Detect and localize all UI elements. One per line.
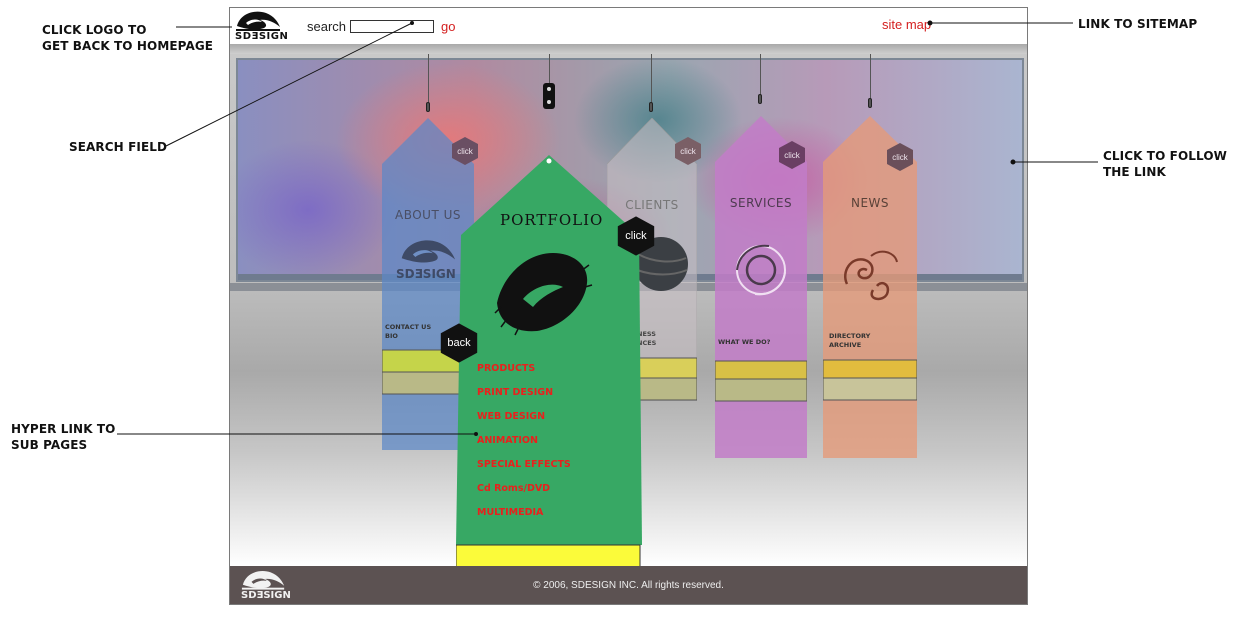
news-title: NEWS <box>850 196 890 210</box>
about-logo-text: SDƎSIGN <box>396 267 456 281</box>
clients-clip <box>649 102 653 112</box>
portfolio-link-animation[interactable]: ANIMATION <box>477 435 538 446</box>
portfolio-link-multimedia[interactable]: MULTIMEDIA <box>477 507 543 518</box>
services-click-button[interactable]: click <box>777 140 807 170</box>
annotation-logo-line1: CLICK LOGO TO <box>42 23 147 37</box>
about-logo-icon <box>401 240 456 263</box>
annotation-hyperlink: HYPER LINK TO SUB PAGES <box>11 421 115 453</box>
annotation-sitemap-text: LINK TO SITEMAP <box>1078 17 1198 31</box>
swirl-icon <box>736 244 786 296</box>
news-hanger <box>870 54 871 100</box>
annotation-follow-line2: THE LINK <box>1103 165 1166 179</box>
news-click-label: click <box>892 152 908 162</box>
annotation-sitemap: LINK TO SITEMAP <box>1078 16 1197 32</box>
search-input[interactable] <box>350 20 434 33</box>
portfolio-link-products[interactable]: PRODUCTS <box>477 363 535 374</box>
gallery-stage: ABOUT US SDƎSIGN CONTACT US BIO click CL… <box>230 54 1027 572</box>
annotation-follow-link: CLICK TO FOLLOW THE LINK <box>1103 148 1227 180</box>
copyright-text: © 2006, SDESIGN INC. All rights reserved… <box>533 580 724 591</box>
portfolio-title: PORTFOLIO <box>500 211 604 229</box>
site-map-link[interactable]: site map <box>882 17 931 32</box>
annotation-search: SEARCH FIELD <box>69 139 167 155</box>
lips-icon <box>494 253 593 336</box>
footer: SDƎSIGN © 2006, SDESIGN INC. All rights … <box>230 566 1027 604</box>
services-link-what-we-do[interactable]: WHAT WE DO? <box>718 338 770 347</box>
clients-click-button[interactable]: click <box>673 136 703 166</box>
services-clip <box>758 94 762 104</box>
page-mockup: SDƎSIGN search go site map ABOUT US SDƎS… <box>229 7 1028 605</box>
portfolio-link-print-design[interactable]: PRINT DESIGN <box>477 387 553 398</box>
portfolio-link-cd-roms-dvd[interactable]: Cd Roms/DVD <box>477 483 550 494</box>
portfolio-click-button[interactable]: click <box>615 215 657 257</box>
portfolio-link-special-effects[interactable]: SPECIAL EFFECTS <box>477 459 571 470</box>
annotation-logo: CLICK LOGO TO GET BACK TO HOMEPAGE <box>42 22 213 54</box>
portfolio-back-button[interactable]: back <box>438 322 480 364</box>
home-logo-link[interactable]: SDƎSIGN <box>234 10 288 44</box>
portfolio-back-label: back <box>447 337 471 349</box>
header-divider <box>230 44 1027 54</box>
services-title: SERVICES <box>729 196 793 210</box>
annotation-search-text: SEARCH FIELD <box>69 140 168 154</box>
flourish-icon <box>844 250 898 301</box>
search-label: search <box>307 19 347 34</box>
about-link-bio[interactable]: BIO <box>385 332 398 341</box>
footer-logo-text: SDƎSIGN <box>241 590 291 601</box>
top-bar: SDƎSIGN search go site map <box>230 8 1027 44</box>
clients-hanger <box>651 54 652 104</box>
about-link-contact[interactable]: CONTACT US <box>385 323 431 332</box>
services-hanger <box>760 54 761 96</box>
annotation-follow-line1: CLICK TO FOLLOW <box>1103 149 1227 163</box>
annotation-hyperlink-line1: HYPER LINK TO <box>11 422 116 436</box>
about-clip <box>426 102 430 112</box>
portfolio-clip-icon <box>543 83 555 109</box>
news-click-button[interactable]: click <box>885 142 915 172</box>
services-click-label: click <box>784 150 800 160</box>
logo-wave-icon <box>236 11 280 31</box>
news-clip <box>868 98 872 108</box>
portfolio-link-web-design[interactable]: WEB DESIGN <box>477 411 545 422</box>
portfolio-click-label: click <box>625 230 647 242</box>
search-go-button[interactable]: go <box>441 19 455 34</box>
clients-click-label: click <box>680 146 696 156</box>
annotation-logo-line2: GET BACK TO HOMEPAGE <box>42 39 214 53</box>
about-hanger <box>428 54 429 104</box>
news-link-archive[interactable]: ARCHIVE <box>829 341 861 350</box>
annotation-hyperlink-line2: SUB PAGES <box>11 438 88 452</box>
news-link-directory[interactable]: DIRECTORY <box>829 332 870 341</box>
logo-text: SDƎSIGN <box>235 31 289 42</box>
